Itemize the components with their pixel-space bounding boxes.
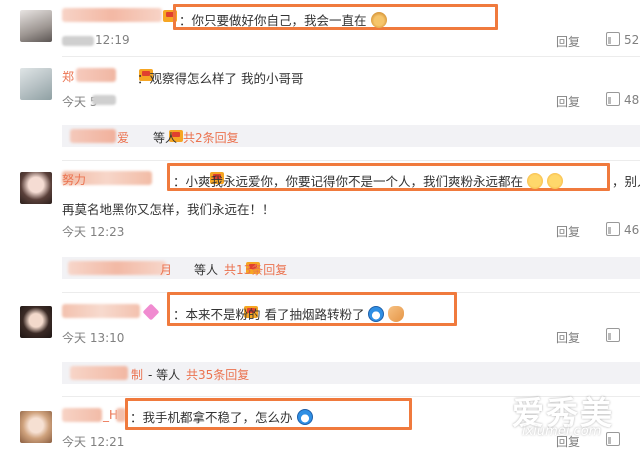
bow-icon <box>142 303 160 321</box>
like-button[interactable]: 52 <box>606 32 639 47</box>
avatar[interactable] <box>20 68 52 100</box>
doraemon-icon <box>296 409 313 425</box>
username-blurred <box>76 68 116 82</box>
username-blurred <box>62 408 102 422</box>
username-blurred <box>70 129 116 143</box>
praying-hands-icon <box>388 306 405 322</box>
username[interactable]: 努力 <box>62 171 86 188</box>
victory-hand-icon <box>370 12 387 28</box>
comment-time: 今天 12:21 <box>62 435 125 449</box>
reply-count-link[interactable]: 共13条回复 <box>224 261 287 278</box>
reply-count-link[interactable]: 共35条回复 <box>186 366 249 383</box>
like-count: 52 <box>624 33 640 47</box>
reply-others-label: - 等人 <box>148 368 181 382</box>
thumbs-up-icon <box>606 92 620 106</box>
reply-button[interactable]: 回复 <box>556 223 580 240</box>
comment-time: 今天 13:10 <box>62 331 125 345</box>
sweat-smile-icon <box>546 173 563 189</box>
sub-replies-summary[interactable] <box>62 125 640 147</box>
thumbs-up-icon <box>606 432 620 446</box>
comment-text-line2: 再莫名地黑你又怎样，我们永远在！！ <box>62 202 275 217</box>
username[interactable]: 郑 <box>62 68 74 85</box>
comment-time: 今天 12:23 <box>62 225 125 239</box>
comment-text: ：我手机都拿不稳了，怎么办 <box>130 407 313 426</box>
avatar[interactable] <box>20 306 52 338</box>
comment-text: ：小爽我永远爱你，你要记得你不是一个人，我们爽粉永远都在 <box>173 171 563 190</box>
reply-button[interactable]: 回复 <box>556 93 580 110</box>
comment-text: ：本来不是粉的 看了抽烟路转粉了 <box>173 304 405 323</box>
reply-others-label: 等人 <box>194 263 219 277</box>
reply-button[interactable]: 回复 <box>556 329 580 346</box>
username-blurred <box>68 261 166 275</box>
avatar[interactable] <box>20 10 52 42</box>
comment-text: ：观察得怎么样了 我的小哥哥 <box>137 71 304 86</box>
comment-time: 12:19 <box>95 33 130 47</box>
comment-text: ：你只要做好你自己，我会一直在 <box>179 10 387 29</box>
like-count: 46 <box>624 223 640 237</box>
reply-button[interactable]: 回复 <box>556 33 580 50</box>
timestamp-blurred <box>62 36 94 46</box>
reply-username[interactable]: 月 <box>160 261 172 278</box>
divider <box>62 56 640 57</box>
thumbs-up-icon <box>606 32 620 46</box>
reply-username[interactable]: 制 <box>131 366 143 383</box>
reply-count-link[interactable]: 共2条回复 <box>183 129 239 146</box>
reply-username[interactable]: 爱 <box>117 129 129 146</box>
doraemon-icon <box>368 306 385 322</box>
comment-text-continued: ，别人 <box>612 174 640 189</box>
like-button[interactable]: 46 <box>606 222 639 237</box>
avatar[interactable] <box>20 411 52 443</box>
sweat-smile-icon <box>527 173 543 189</box>
watermark-url: ixiumei.com <box>522 424 602 439</box>
avatar[interactable] <box>20 172 52 204</box>
reply-others-label: 等人 <box>153 131 178 145</box>
username-blurred[interactable] <box>62 8 162 22</box>
like-button[interactable] <box>606 432 624 447</box>
username-blurred <box>70 366 128 380</box>
username-blurred <box>62 304 140 318</box>
timestamp-blurred <box>92 95 116 105</box>
like-button[interactable] <box>606 328 624 343</box>
like-button[interactable]: 48 <box>606 92 639 107</box>
divider <box>62 160 640 161</box>
thumbs-up-icon <box>606 328 620 342</box>
thumbs-up-icon <box>606 222 620 236</box>
like-count: 48 <box>624 93 640 107</box>
